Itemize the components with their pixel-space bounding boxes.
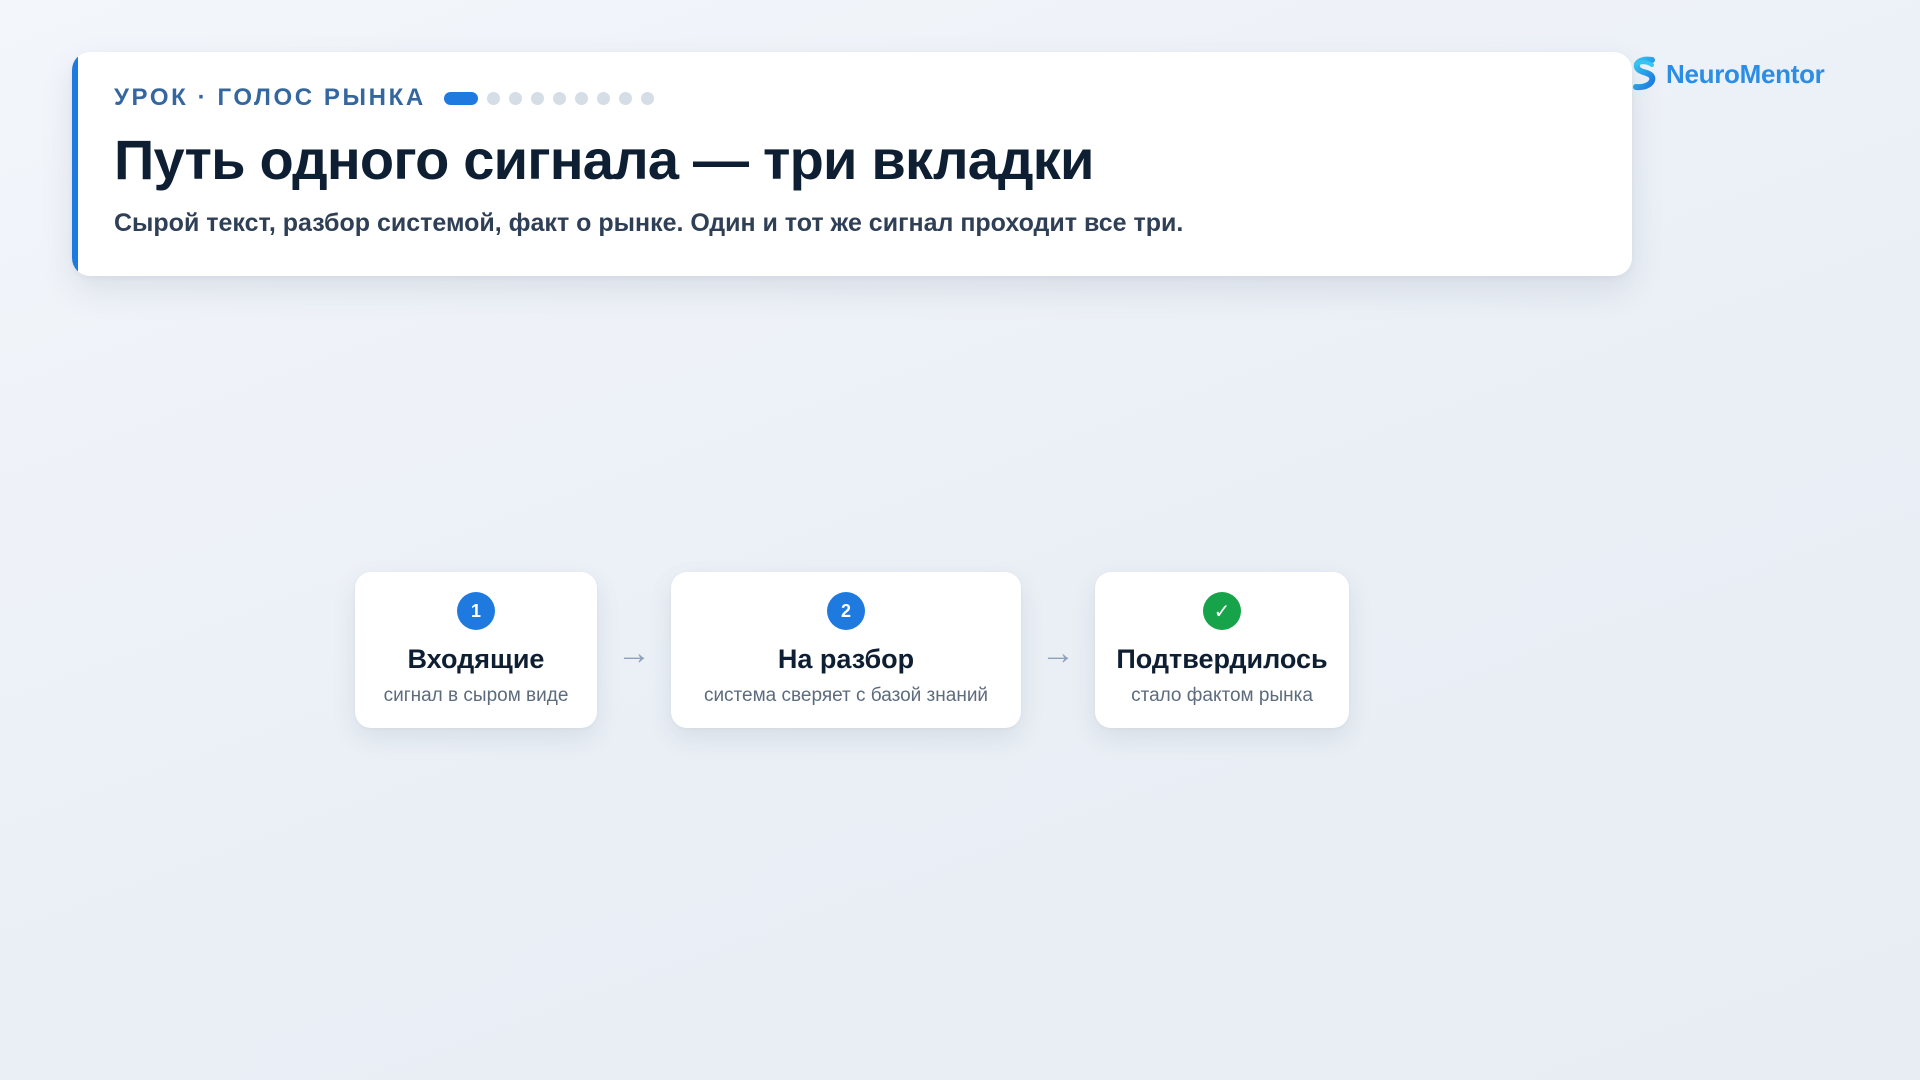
step-description: стало фактом рынка [1131, 685, 1313, 706]
arrow-right-icon: → [1041, 634, 1075, 672]
progress-dot [530, 91, 544, 105]
step-title: На разбор [777, 644, 915, 674]
neuromentor-logo-icon [1633, 56, 1656, 91]
step-title: Подтвердилось [1116, 644, 1328, 674]
flow-step-confirmed[interactable]: ✓ Подтвердилось стало фактом рынка [1095, 572, 1349, 728]
flow-step-incoming[interactable]: 1 Входящие сигнал в сыром виде [355, 572, 597, 728]
page-subtitle: Сырой текст, разбор системой, факт о рын… [114, 209, 1184, 237]
step-description: сигнал в сыром виде [383, 685, 569, 706]
step-number-badge: 2 [827, 592, 865, 630]
progress-dot [552, 91, 566, 105]
lesson-progress-dots [443, 91, 654, 105]
step-description: система сверяет с базой знаний [703, 685, 989, 706]
progress-dot [640, 91, 654, 105]
progress-dot [486, 91, 500, 105]
progress-dot [508, 91, 522, 105]
eyebrow-row: УРОК · ГОЛОС РЫНКА [114, 84, 654, 112]
progress-dot [596, 91, 610, 105]
step-number-badge: 1 [457, 592, 495, 630]
brand-name: NeuroMentor [1666, 58, 1825, 89]
arrow-right-icon: → [617, 634, 651, 672]
flow-step-review[interactable]: 2 На разбор система сверяет с базой знан… [671, 572, 1021, 728]
brand-logo[interactable]: NeuroMentor [1630, 56, 1825, 92]
step-title: Входящие [407, 644, 545, 674]
lesson-eyebrow: УРОК · ГОЛОС РЫНКА [114, 84, 426, 111]
lesson-header-card: УРОК · ГОЛОС РЫНКА Путь одного сигнала —… [72, 52, 1632, 276]
header-accent-bar [72, 52, 78, 276]
page-title: Путь одного сигнала — три вкладки [114, 128, 1094, 191]
progress-dot [618, 91, 632, 105]
checkmark-icon: ✓ [1203, 592, 1241, 630]
progress-dot-active [443, 91, 478, 105]
progress-dot [574, 91, 588, 105]
